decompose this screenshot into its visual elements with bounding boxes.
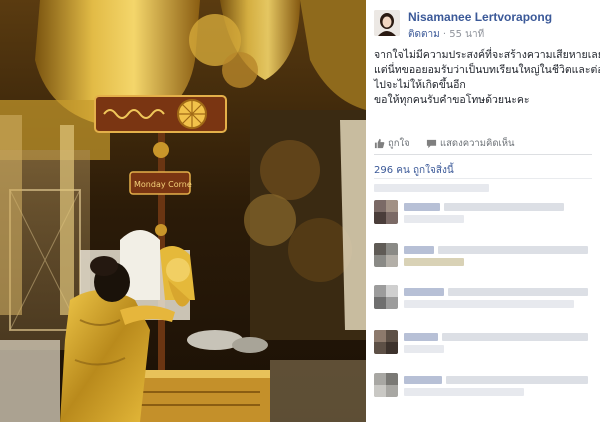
comment-list [366,180,600,422]
comment-item [374,285,596,325]
post-text-line: แต่นี่ทขออยอมรับว่าเป็นบทเรียนใหญ่ในชีวิ… [374,64,600,76]
blurred-text [404,300,574,308]
blurred-avatar-icon [374,243,398,267]
post-time[interactable]: 55 นาที [449,29,484,40]
speech-bubble-icon [426,139,437,149]
blurred-avatar-icon [374,330,398,354]
post-header: Nisamanee Lertvorapong ติดตาม · 55 นาที [374,8,596,42]
post-text: จากใจไม่มีความประสงค์ที่จะสร้างความเสียห… [374,48,600,108]
likes-unit: คน [396,165,410,176]
comment-item [374,373,596,413]
post-text-line: จากใจไม่มีความประสงค์ที่จะสร้างความเสียห… [374,49,600,61]
thumbs-up-icon [374,138,385,149]
blurred-name [404,288,444,296]
temple-photo: Monday Corne [0,0,366,422]
like-label: ถูกใจ [388,138,410,149]
commenter-avatar[interactable] [374,243,398,267]
blurred-text [442,333,588,341]
blurred-text [444,203,564,211]
commenter-avatar[interactable] [374,285,398,309]
like-button[interactable]: ถูกใจ [374,136,410,151]
blurred-name [404,246,434,254]
blurred-avatar-icon [374,373,398,397]
divider [374,178,592,179]
post-panel: Nisamanee Lertvorapong ติดตาม · 55 นาที … [366,0,600,422]
comment-item [374,330,596,370]
blurred-text [374,184,489,192]
divider [374,154,592,155]
post-text-line: ขอให้ทุกคนรับคำขอโทษด้วยนะคะ [374,94,530,106]
post-photo[interactable]: Monday Corne [0,0,366,422]
blurred-text [448,288,588,296]
commenter-avatar[interactable] [374,373,398,397]
blurred-text [446,376,588,384]
comment-label: แสดงความคิดเห็น [440,138,515,149]
comment-button[interactable]: แสดงความคิดเห็น [426,136,515,151]
author-name[interactable]: Nisamanee Lertvorapong [408,10,552,24]
monday-corner-sign: Monday Corne [134,180,192,189]
blurred-name [404,203,440,211]
commenter-avatar[interactable] [374,200,398,224]
meta-separator: · [442,29,447,40]
blurred-text [404,215,464,223]
blurred-text [404,345,444,353]
post-meta: ติดตาม · 55 นาที [408,27,484,42]
blurred-avatar-icon [374,200,398,224]
blurred-name [404,333,438,341]
comment-item [374,243,596,283]
blurred-avatar-icon [374,285,398,309]
post-text-line: ไปจะไม่ให้เกิดขึ้นอีก [374,79,466,91]
follow-link[interactable]: ติดตาม [408,29,440,40]
comment-item [374,200,596,240]
blurred-text [438,246,588,254]
likes-count: 296 [374,165,394,176]
post-actions: ถูกใจ แสดงความคิดเห็น [374,136,592,152]
blurred-name [404,376,442,384]
likes-summary[interactable]: 296 คน ถูกใจสิ่งนี้ [374,163,454,178]
blurred-text [404,258,464,266]
likes-suffix: ถูกใจสิ่งนี้ [413,165,454,176]
author-avatar[interactable] [374,10,400,36]
blurred-text [404,388,524,396]
commenter-avatar[interactable] [374,330,398,354]
person-avatar-icon [374,10,400,36]
